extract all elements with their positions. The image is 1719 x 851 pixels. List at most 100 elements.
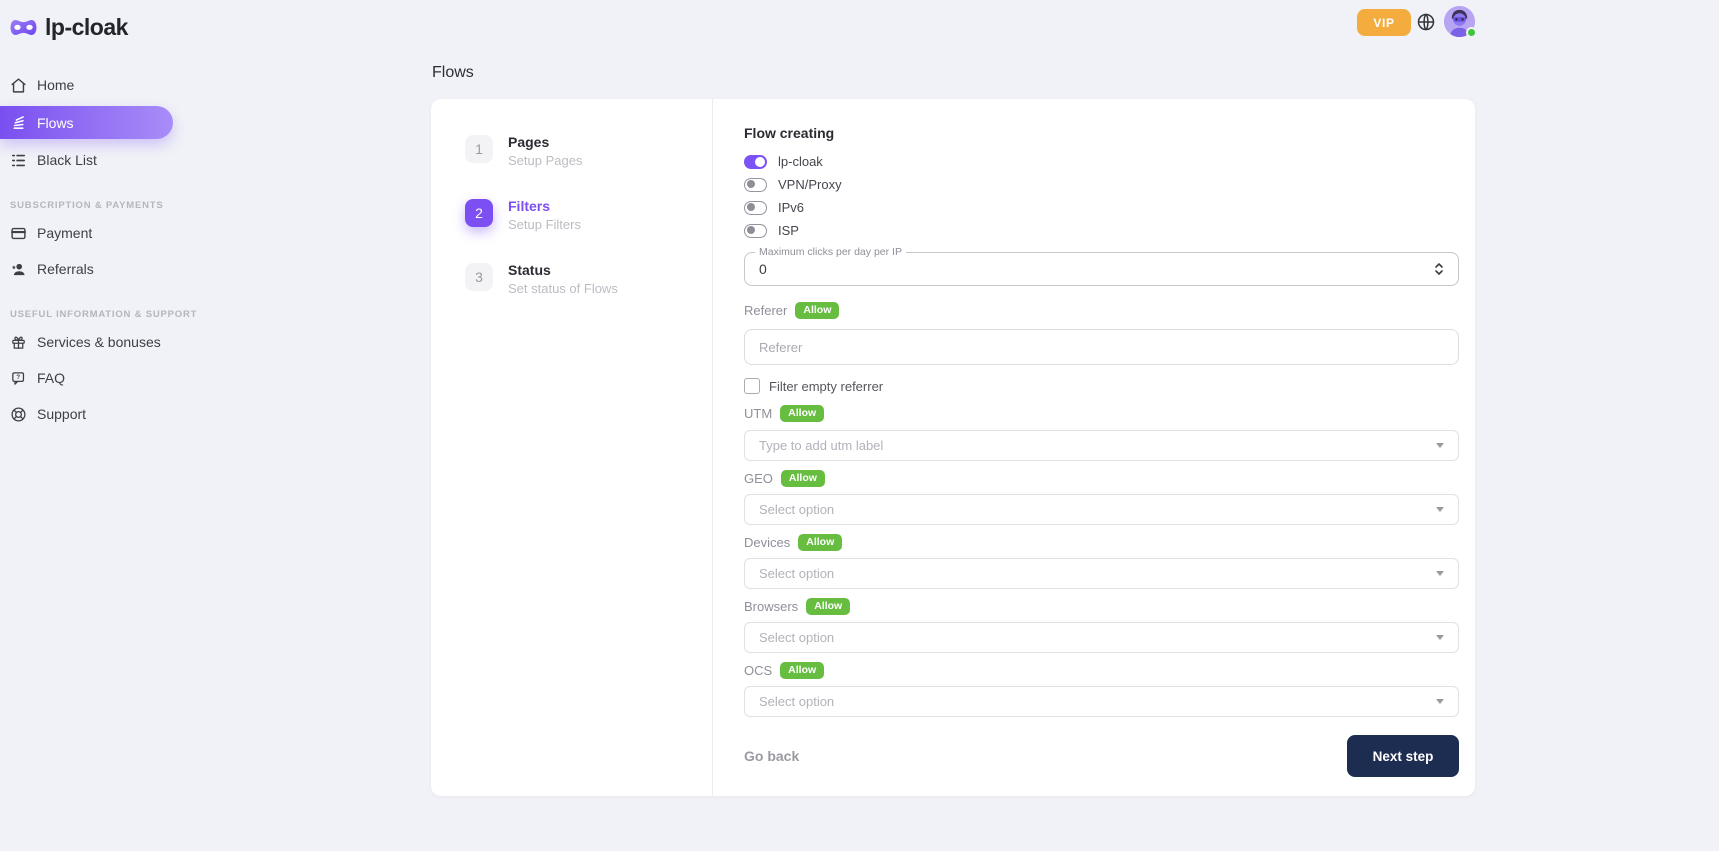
ocs-allow-badge[interactable]: Allow: [780, 662, 824, 679]
number-stepper-icon[interactable]: [1434, 262, 1444, 276]
flow-creating-card: 1 Pages Setup Pages 2 Filters Setup Filt…: [431, 99, 1475, 796]
geo-label-row: GEO Allow: [744, 469, 1459, 487]
devices-label: Devices: [744, 535, 790, 550]
vpn-proxy-toggle[interactable]: [744, 178, 767, 192]
step-subtitle: Set status of Flows: [508, 281, 618, 296]
mask-icon: [9, 17, 38, 38]
sidebar-item-label: Services & bonuses: [37, 334, 161, 350]
max-clicks-input[interactable]: [759, 261, 1434, 277]
geo-label: GEO: [744, 471, 773, 486]
sidebar-item-label: Home: [37, 77, 74, 93]
sidebar-item-payment[interactable]: Payment: [0, 215, 173, 251]
home-icon: [10, 77, 27, 94]
max-clicks-label: Maximum clicks per day per IP: [755, 246, 906, 258]
step-pages[interactable]: 1 Pages Setup Pages: [465, 135, 712, 168]
filter-empty-referrer-checkbox[interactable]: [744, 378, 760, 394]
vip-button[interactable]: VIP: [1357, 9, 1411, 36]
utm-allow-badge[interactable]: Allow: [780, 405, 824, 422]
sidebar-item-label: FAQ: [37, 370, 65, 386]
sidebar-nav: Home Flows Black List SUBSCRIPTION & PAY…: [0, 67, 173, 432]
step-title: Filters: [508, 199, 581, 214]
geo-allow-badge[interactable]: Allow: [781, 470, 825, 487]
sidebar-item-label: Referrals: [37, 261, 94, 277]
sidebar-item-label: Payment: [37, 225, 92, 241]
select-placeholder: Select option: [759, 566, 834, 581]
select-placeholder: Select option: [759, 502, 834, 517]
referer-allow-badge[interactable]: Allow: [795, 302, 839, 319]
toggle-label: VPN/Proxy: [778, 177, 842, 192]
go-back-link[interactable]: Go back: [744, 748, 799, 764]
toggle-group: lp-cloak VPN/Proxy IPv6 ISP: [744, 154, 1459, 238]
utm-label-row: UTM Allow: [744, 404, 1459, 422]
user-avatar[interactable]: [1444, 6, 1475, 37]
step-status[interactable]: 3 Status Set status of Flows: [465, 263, 712, 296]
browsers-label-row: Browsers Allow: [744, 597, 1459, 615]
filter-empty-referrer-row[interactable]: Filter empty referrer: [744, 378, 1459, 394]
step-title: Pages: [508, 135, 582, 150]
sidebar-item-flows[interactable]: Flows: [0, 106, 173, 139]
select-placeholder: Select option: [759, 630, 834, 645]
ipv6-toggle[interactable]: [744, 201, 767, 215]
geo-select[interactable]: Select option: [744, 494, 1459, 525]
brand-logo[interactable]: lp-cloak: [0, 0, 173, 41]
ocs-select[interactable]: Select option: [744, 686, 1459, 717]
sidebar-item-label: Flows: [37, 115, 74, 131]
utm-label: UTM: [744, 406, 772, 421]
sidebar-item-home[interactable]: Home: [0, 67, 173, 103]
step-subtitle: Setup Pages: [508, 153, 582, 168]
devices-label-row: Devices Allow: [744, 533, 1459, 551]
step-number: 1: [465, 135, 493, 163]
referer-label: Referer: [744, 303, 787, 318]
sidebar-section-subscription: SUBSCRIPTION & PAYMENTS: [10, 200, 163, 211]
chevron-down-icon: [1436, 507, 1444, 512]
ocs-label-row: OCS Allow: [744, 661, 1459, 679]
credit-card-icon: [10, 225, 27, 242]
lifebuoy-icon: [10, 406, 27, 423]
next-step-button[interactable]: Next step: [1347, 735, 1459, 777]
toggle-knob: [747, 226, 755, 234]
devices-select[interactable]: Select option: [744, 558, 1459, 589]
chevron-down-icon: [1436, 699, 1444, 704]
filters-form: Flow creating lp-cloak VPN/Proxy IPv6 IS…: [713, 99, 1475, 796]
list-icon: [10, 152, 27, 169]
brand-name: lp-cloak: [45, 14, 128, 41]
toggle-row-vpn-proxy[interactable]: VPN/Proxy: [744, 177, 1459, 192]
devices-allow-badge[interactable]: Allow: [798, 534, 842, 551]
toggle-row-lp-cloak[interactable]: lp-cloak: [744, 154, 1459, 169]
utm-placeholder: Type to add utm label: [759, 438, 883, 453]
max-clicks-field[interactable]: Maximum clicks per day per IP: [744, 252, 1459, 286]
svg-text:?: ?: [16, 374, 20, 381]
online-status-dot: [1466, 27, 1477, 38]
lp-cloak-toggle[interactable]: [744, 155, 767, 169]
sidebar-item-services[interactable]: Services & bonuses: [0, 324, 173, 360]
sidebar-item-support[interactable]: Support: [0, 396, 173, 432]
toggle-knob: [747, 203, 755, 211]
sidebar-item-black-list[interactable]: Black List: [0, 142, 173, 178]
select-placeholder: Select option: [759, 694, 834, 709]
sidebar-item-label: Black List: [37, 152, 97, 168]
gift-icon: [10, 334, 27, 351]
utm-select[interactable]: Type to add utm label: [744, 430, 1459, 461]
toggle-row-ipv6[interactable]: IPv6: [744, 200, 1459, 215]
sidebar-item-faq[interactable]: ? FAQ: [0, 360, 173, 396]
language-globe-icon[interactable]: [1416, 12, 1436, 32]
step-subtitle: Setup Filters: [508, 217, 581, 232]
browsers-allow-badge[interactable]: Allow: [806, 598, 850, 615]
isp-toggle[interactable]: [744, 224, 767, 238]
step-title: Status: [508, 263, 618, 278]
browsers-select[interactable]: Select option: [744, 622, 1459, 653]
form-footer: Go back Next step: [744, 735, 1459, 777]
step-filters[interactable]: 2 Filters Setup Filters: [465, 199, 712, 232]
form-title: Flow creating: [744, 125, 1459, 141]
layers-icon: [10, 114, 27, 131]
toggle-row-isp[interactable]: ISP: [744, 223, 1459, 238]
sidebar-item-referrals[interactable]: Referrals: [0, 251, 173, 287]
sidebar: lp-cloak Home Flows Black List SUBSCRIPT…: [0, 0, 173, 851]
chevron-down-icon: [1436, 571, 1444, 576]
sidebar-section-support: USEFUL INFORMATION & SUPPORT: [10, 309, 163, 320]
checkbox-label: Filter empty referrer: [769, 379, 883, 394]
steps-column: 1 Pages Setup Pages 2 Filters Setup Filt…: [431, 99, 713, 796]
section-label-text: USEFUL INFORMATION & SUPPORT: [10, 309, 197, 320]
referer-input[interactable]: [744, 329, 1459, 365]
toggle-label: lp-cloak: [778, 154, 823, 169]
